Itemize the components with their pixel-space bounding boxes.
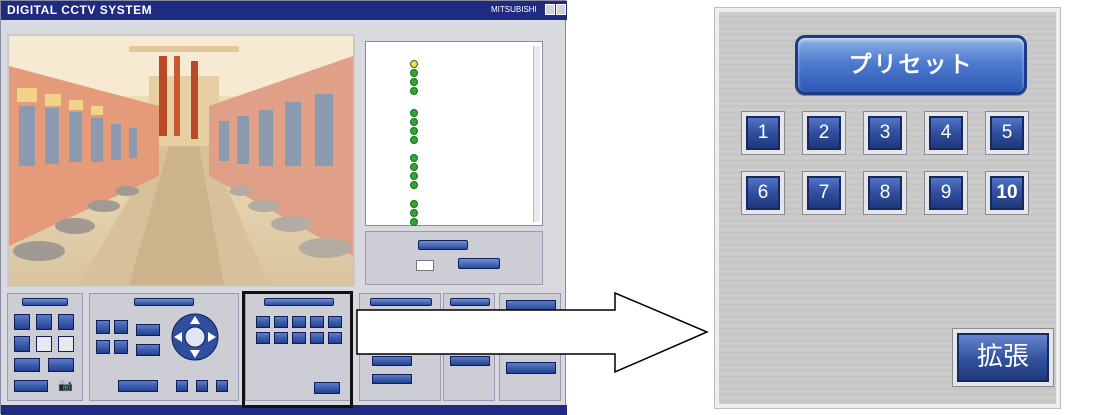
window-close-icon[interactable] [556,4,566,15]
camera-node[interactable] [410,109,418,117]
zoom-in-button[interactable] [96,320,110,334]
camera-live-view[interactable] [7,34,355,287]
record-value-field[interactable] [416,260,434,271]
layout-button[interactable] [58,314,74,330]
preset-button-9[interactable]: 9 [924,171,968,215]
sequence-button[interactable] [48,358,74,372]
camera-select-header [22,298,68,306]
ptz-aux-button[interactable] [216,380,228,392]
preset-button-1[interactable]: 1 [741,111,785,155]
playback-button[interactable] [14,380,48,392]
preset-button-8[interactable]: 8 [863,171,907,215]
iris-close-button[interactable] [136,344,160,356]
brand-label: MITSUBISHI [491,5,537,14]
tree-scrollbar[interactable] [533,46,540,222]
window-minimize-icon[interactable] [545,4,555,15]
camera-node[interactable] [410,163,418,171]
camera-node[interactable] [410,69,418,77]
auto-pan-button[interactable] [118,380,158,392]
preset-button-4[interactable]: 4 [924,111,968,155]
iris-open-button[interactable] [136,324,160,336]
layout-button[interactable] [58,336,74,352]
layout-button[interactable] [14,314,30,330]
camera-node[interactable] [410,154,418,162]
app-title: DIGITAL CCTV SYSTEM [7,3,153,17]
zoom-out-button[interactable] [96,340,110,354]
camera-node[interactable] [410,172,418,180]
ptz-header [134,298,194,306]
preset-button-3[interactable]: 3 [863,111,907,155]
preset-highlight-box [242,291,353,408]
camera-node[interactable] [410,181,418,189]
preset-button-7[interactable]: 7 [802,171,846,215]
ptz-joystick-icon[interactable] [170,312,220,362]
camera-node-selected[interactable] [410,60,418,68]
camera-node[interactable] [410,200,418,208]
preset-button-5[interactable]: 5 [985,111,1029,155]
ptz-panel [89,293,239,401]
layout-button[interactable] [36,336,52,352]
recording-panel [365,231,543,285]
camera-node[interactable] [410,209,418,217]
preset-button-6[interactable]: 6 [741,171,785,215]
preset-button-10[interactable]: 10 [985,171,1029,215]
focus-far-button[interactable] [114,340,128,354]
camera-node[interactable] [410,118,418,126]
ptz-aux-button[interactable] [196,380,208,392]
record-setting-button[interactable] [418,240,468,250]
preset-panel-zoomed: プリセット 1 2 3 4 5 6 7 8 9 10 拡張 [714,7,1061,409]
layout-button[interactable] [36,314,52,330]
camera-node[interactable] [410,78,418,86]
ptz-aux-button[interactable] [176,380,188,392]
camera-select-panel: 📷 [7,293,83,401]
record-apply-button[interactable] [458,258,500,269]
preset-title-button[interactable]: プリセット [795,35,1027,95]
camera-icon[interactable]: 📷 [58,378,73,392]
right-arrow-icon [356,291,709,374]
sequence-button[interactable] [14,358,40,372]
expand-button[interactable]: 拡張 [952,328,1054,387]
camera-node[interactable] [410,136,418,144]
title-bar: DIGITAL CCTV SYSTEM MITSUBISHI [1,1,567,20]
layout-button[interactable] [14,336,30,352]
camera-node[interactable] [410,87,418,95]
preset-button-2[interactable]: 2 [802,111,846,155]
camera-node[interactable] [410,218,418,226]
camera-node[interactable] [410,127,418,135]
focus-near-button[interactable] [114,320,128,334]
camera-tree-list[interactable] [365,41,543,226]
